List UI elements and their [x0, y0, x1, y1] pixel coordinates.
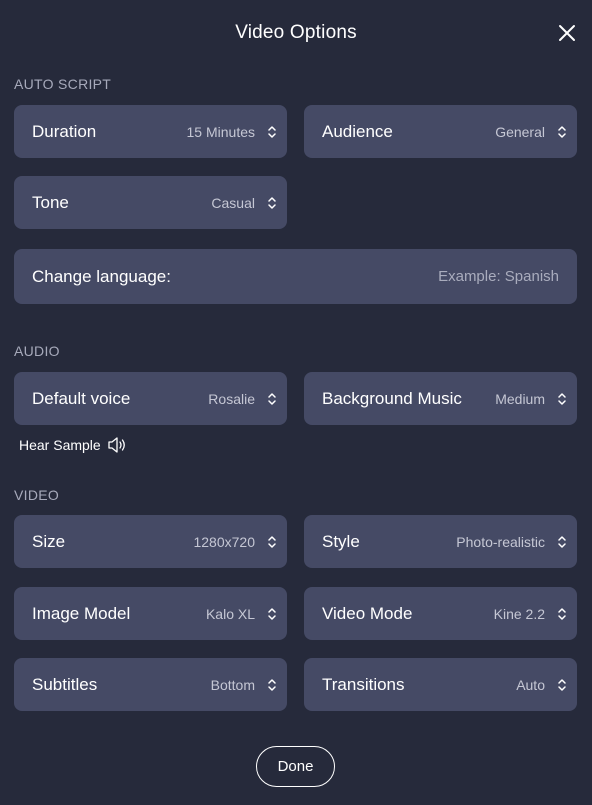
default-voice-label: Default voice [32, 388, 131, 408]
size-value: 1280x720 [193, 533, 255, 550]
subtitles-value: Bottom [210, 676, 255, 693]
background-music-select[interactable]: Background Music Medium [304, 372, 577, 425]
chevron-up-down-icon [268, 535, 276, 548]
duration-select[interactable]: Duration 15 Minutes [14, 105, 287, 158]
chevron-up-down-icon [558, 607, 566, 620]
audience-select[interactable]: Audience General [304, 105, 577, 158]
chevron-up-down-icon [558, 678, 566, 691]
style-value: Photo-realistic [456, 533, 545, 550]
chevron-up-down-icon [558, 392, 566, 405]
style-select[interactable]: Style Photo-realistic [304, 515, 577, 568]
hear-sample-button[interactable]: Hear Sample [19, 436, 127, 454]
close-button[interactable] [556, 22, 578, 44]
duration-value: 15 Minutes [186, 123, 255, 140]
duration-label: Duration [32, 121, 97, 141]
chevron-up-down-icon [268, 392, 276, 405]
transitions-value: Auto [516, 676, 545, 693]
change-language-placeholder: Example: Spanish [438, 268, 559, 285]
style-label: Style [322, 531, 360, 551]
image-model-select[interactable]: Image Model Kalo XL [14, 587, 287, 640]
image-model-label: Image Model [32, 603, 131, 623]
tone-select[interactable]: Tone Casual [14, 176, 287, 229]
tone-label: Tone [32, 192, 69, 212]
subtitles-label: Subtitles [32, 674, 98, 694]
video-mode-label: Video Mode [322, 603, 413, 623]
tone-value: Casual [211, 194, 255, 211]
video-mode-value: Kine 2.2 [493, 605, 545, 622]
chevron-up-down-icon [268, 196, 276, 209]
image-model-value: Kalo XL [205, 605, 255, 622]
chevron-up-down-icon [558, 535, 566, 548]
background-music-label: Background Music [322, 388, 462, 408]
default-voice-value: Rosalie [208, 390, 255, 407]
audience-label: Audience [322, 121, 393, 141]
section-label-auto-script: AUTO SCRIPT [14, 76, 112, 92]
chevron-up-down-icon [268, 678, 276, 691]
change-language-label: Change language: [32, 266, 171, 286]
background-music-value: Medium [495, 390, 545, 407]
done-button[interactable]: Done [256, 746, 335, 787]
section-label-video: VIDEO [14, 487, 60, 503]
hear-sample-label: Hear Sample [19, 437, 101, 453]
close-icon [559, 25, 575, 41]
dialog-title: Video Options [235, 22, 357, 43]
audience-value: General [495, 123, 545, 140]
size-label: Size [32, 531, 66, 551]
chevron-up-down-icon [268, 125, 276, 138]
chevron-up-down-icon [268, 607, 276, 620]
change-language-field[interactable]: Change language: Example: Spanish [14, 249, 577, 304]
video-mode-select[interactable]: Video Mode Kine 2.2 [304, 587, 577, 640]
default-voice-select[interactable]: Default voice Rosalie [14, 372, 287, 425]
transitions-select[interactable]: Transitions Auto [304, 658, 577, 711]
dialog-header: Video Options [0, 0, 592, 68]
chevron-up-down-icon [558, 125, 566, 138]
size-select[interactable]: Size 1280x720 [14, 515, 287, 568]
subtitles-select[interactable]: Subtitles Bottom [14, 658, 287, 711]
section-label-audio: AUDIO [14, 343, 60, 359]
speaker-icon [108, 437, 125, 453]
transitions-label: Transitions [322, 674, 405, 694]
